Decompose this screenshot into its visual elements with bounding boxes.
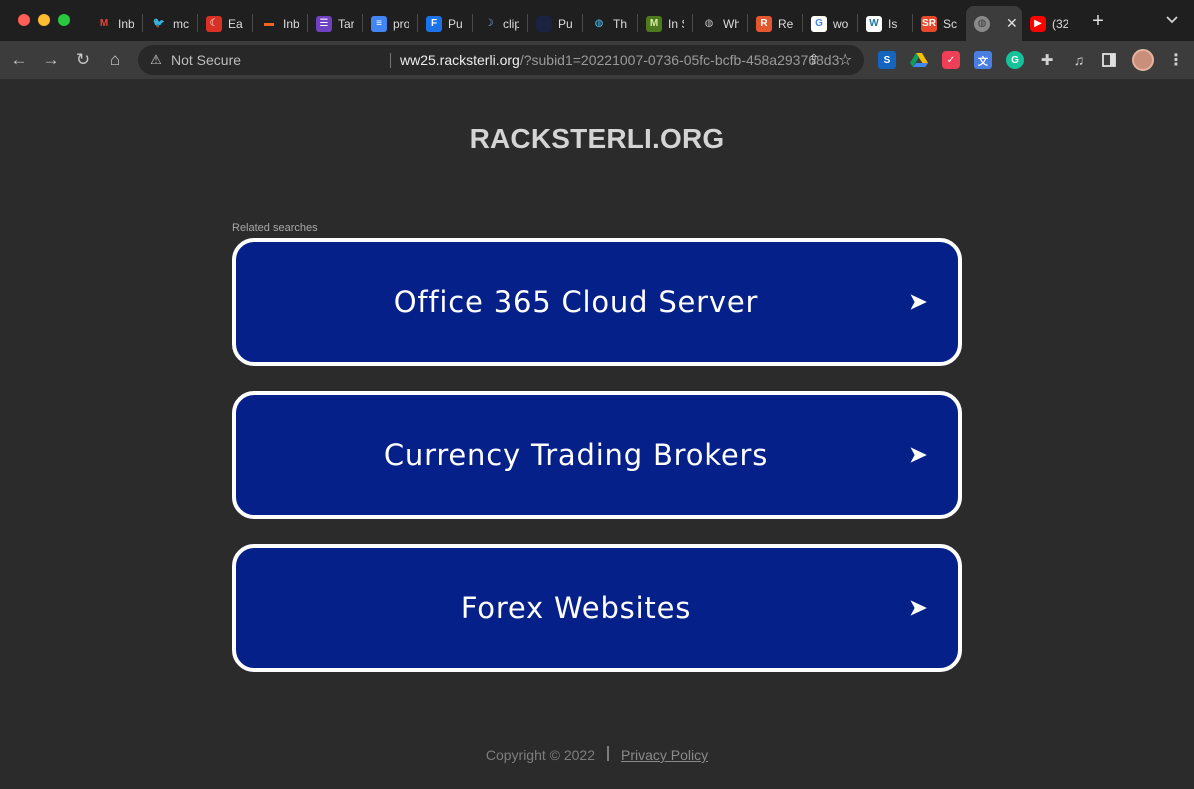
close-icon[interactable]: ✕ [1006, 15, 1018, 32]
divider [390, 53, 391, 68]
profile-avatar[interactable] [1132, 49, 1154, 71]
tab-5[interactable]: ☰ Tar [308, 6, 363, 41]
drive-icon[interactable] [910, 51, 928, 69]
tab-15[interactable]: W Is [858, 6, 913, 41]
grammarly-icon[interactable]: G [1006, 51, 1024, 69]
privacy-policy-link[interactable]: Privacy Policy [621, 747, 708, 763]
new-tab-button[interactable]: + [1088, 11, 1108, 31]
back-button[interactable]: ← [8, 49, 30, 71]
copyright-text: Copyright © 2022 [485, 747, 595, 763]
site-title: RACKSTERLI.ORG [469, 123, 725, 154]
address-bar[interactable]: ⚠ Not Secure ww25.racksterli.org/?subid1… [138, 45, 864, 75]
minimize-window-button[interactable] [38, 14, 50, 26]
home-button[interactable]: ⌂ [104, 49, 126, 71]
browser-toolbar: ← → ↻ ⌂ ⚠ Not Secure ww25.racksterli.org… [0, 41, 1194, 79]
tab-1[interactable]: M Inb [88, 6, 143, 41]
tab-title: In S [668, 16, 684, 31]
forward-button[interactable]: → [40, 49, 62, 71]
wordpress-icon: W [866, 15, 882, 32]
tab-8[interactable]: ☽ clip [473, 6, 528, 41]
result-card-2[interactable]: Currency Trading Brokers ➤ [232, 391, 962, 519]
arrow-right-icon: ➤ [907, 594, 928, 622]
bookmark-icon: ▬ [261, 15, 277, 32]
m-icon: M [646, 15, 662, 32]
tab-title: mc [173, 16, 189, 31]
google-icon: G [811, 15, 827, 32]
tab-7[interactable]: F Pu [418, 6, 473, 41]
close-window-button[interactable] [18, 14, 30, 26]
tab-title: Re [778, 16, 794, 31]
tab-14[interactable]: Gwo [803, 6, 858, 41]
warning-icon[interactable]: ⚠ [148, 52, 164, 68]
red-circle-icon: ☾ [206, 15, 222, 32]
tab-2[interactable]: 🐦 mc [143, 6, 198, 41]
tab-search-button[interactable] [1166, 13, 1178, 27]
r-icon: R [756, 15, 772, 32]
tab-9[interactable]: Pu [528, 6, 583, 41]
dark-circle-icon [536, 15, 552, 32]
media-control-icon[interactable]: ♫ [1070, 51, 1088, 69]
globe-icon: ◍ [974, 15, 990, 32]
tab-16[interactable]: SR Sc [913, 6, 968, 41]
tab-youtube[interactable]: ▶ (32 [1022, 6, 1076, 41]
globe-icon: ◍ [591, 15, 607, 32]
tab-title: Ea [228, 16, 243, 31]
tab-10[interactable]: ◍ Th [583, 6, 638, 41]
pocket-icon[interactable]: ✓ [942, 51, 960, 69]
arrow-right-icon: ➤ [907, 441, 928, 469]
result-label: Office 365 Cloud Server [393, 285, 759, 319]
result-label: Forex Websites [460, 591, 692, 625]
translate-icon[interactable]: 文 [974, 51, 992, 69]
moon-icon: ☽ [481, 15, 497, 32]
tab-title: clip [503, 16, 519, 31]
list-icon: ☰ [316, 15, 332, 32]
tab-title: Pu [558, 16, 573, 31]
footer: Copyright © 2022 Privacy Policy [0, 746, 1194, 763]
side-panel-icon[interactable] [1100, 51, 1118, 69]
menu-icon[interactable]: ⋮ [1168, 50, 1184, 70]
youtube-icon: ▶ [1030, 15, 1046, 32]
tab-strip: M Inb 🐦 mc ☾ Ea ▬ Inb ☰ Tar ≡ pro F Pu ☽ clip Pu ◍ Th M In S… [0, 0, 1194, 41]
sr-icon: SR [921, 15, 937, 32]
tab-11[interactable]: M In S [638, 6, 693, 41]
docs-icon: ≡ [371, 15, 387, 32]
tab-title: Tar [338, 16, 354, 31]
tab-title: Wh [723, 16, 739, 31]
result-card-1[interactable]: Office 365 Cloud Server ➤ [232, 238, 962, 366]
maximize-window-button[interactable] [58, 14, 70, 26]
tab-title: wo [833, 16, 849, 31]
gmail-icon: M [96, 15, 112, 32]
tab-title: Inb [283, 16, 299, 31]
tab-active[interactable]: ◍ ✕ [966, 6, 1022, 41]
page-content: RACKSTERLI.ORG Related searches Office 3… [0, 79, 1194, 789]
s-extension-icon[interactable]: S [878, 51, 896, 69]
footer-divider [607, 746, 609, 761]
tab-4[interactable]: ▬ Inb [253, 6, 308, 41]
f-icon: F [426, 15, 442, 32]
share-icon[interactable]: ⇪ [808, 51, 820, 68]
tab-6[interactable]: ≡ pro [363, 6, 418, 41]
tab-title: Th [613, 16, 628, 31]
bookmark-star-icon[interactable]: ☆ [838, 50, 852, 70]
result-label: Currency Trading Brokers [383, 438, 769, 472]
tab-12[interactable]: ◍ Wh [693, 6, 748, 41]
reload-button[interactable]: ↻ [72, 49, 94, 71]
url-text[interactable]: ww25.racksterli.org/?subid1=20221007-073… [400, 52, 839, 68]
tab-3[interactable]: ☾ Ea [198, 6, 253, 41]
twitter-icon: 🐦 [151, 15, 167, 32]
arrow-right-icon: ➤ [907, 288, 928, 316]
tab-title: Sc [943, 16, 958, 31]
tab-13[interactable]: R Re [748, 6, 803, 41]
security-label[interactable]: Not Secure [171, 52, 241, 68]
extensions-puzzle-icon[interactable]: ✚ [1038, 51, 1056, 69]
result-card-3[interactable]: Forex Websites ➤ [232, 544, 962, 672]
tab-title: Is [888, 16, 898, 31]
tab-title: Inb [118, 16, 134, 31]
tab-title: Pu [448, 16, 463, 31]
world-icon: ◍ [701, 15, 717, 32]
related-searches-label: Related searches [232, 222, 318, 234]
tab-title: pro [393, 16, 409, 31]
